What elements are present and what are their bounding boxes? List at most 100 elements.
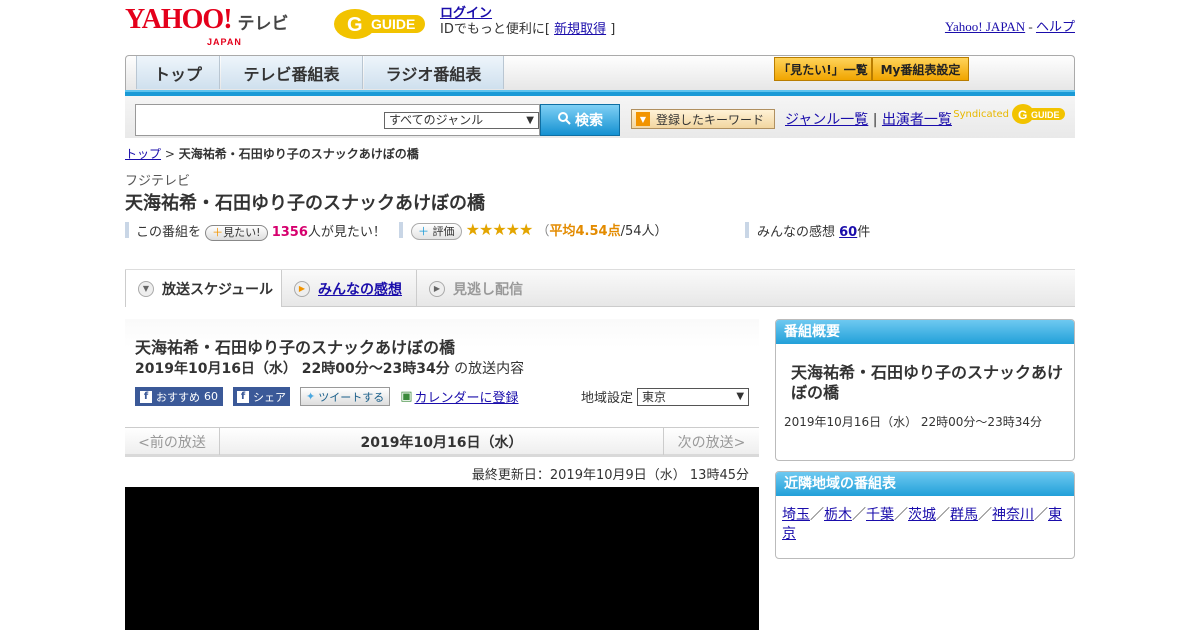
content-tabs: ▼ 放送スケジュール ▶ みんなの感想 ▶ 見逃し配信 xyxy=(125,269,1075,307)
chevron-down-icon: ▼ xyxy=(526,115,534,126)
region-select[interactable]: 東京 ▼ xyxy=(637,387,750,406)
mitai-prefix: この番組を xyxy=(136,225,202,240)
region-link-saitama[interactable]: 埼玉 xyxy=(782,507,810,523)
top-links: Yahoo! JAPAN - ヘルプ xyxy=(945,16,1075,35)
region-link-kanagawa[interactable]: 神奈川 xyxy=(992,507,1034,523)
share-buttons: f おすすめ 60 f シェア ✦ ツイートする ▣ カレンダーに登録 xyxy=(135,387,519,406)
my-settings-button[interactable]: My番組表設定 xyxy=(872,57,969,81)
overview-header: 番組概要 xyxy=(776,320,1074,344)
divider xyxy=(399,222,403,238)
nearby-regions-box: 近隣地域の番組表 埼玉／栃木／千葉／茨城／群馬／神奈川／東京 xyxy=(775,471,1075,559)
breadcrumb-top-link[interactable]: トップ xyxy=(125,147,161,161)
calendar-register-link[interactable]: カレンダーに登録 xyxy=(415,387,519,406)
play-icon: ▶ xyxy=(429,280,445,297)
prev-broadcast-button[interactable]: <前の放送 xyxy=(125,428,220,455)
help-link[interactable]: ヘルプ xyxy=(1036,19,1075,34)
pager-date: 2019年10月16日（水） xyxy=(360,434,523,451)
login-desc-suffix: ] xyxy=(606,22,616,37)
search-input[interactable]: すべてのジャンル ▼ xyxy=(135,104,540,136)
plus-icon: ＋ xyxy=(418,225,429,238)
rate-button-label: 評価 xyxy=(432,225,455,238)
tab-schedule-label: 放送スケジュール xyxy=(162,281,274,298)
region-sep: ／ xyxy=(894,507,908,523)
tab-schedule[interactable]: ▼ 放送スケジュール xyxy=(125,270,282,307)
video-player[interactable] xyxy=(125,487,759,630)
region-selected: 東京 xyxy=(642,389,667,404)
keyword-button[interactable]: ▼ 登録したキーワード xyxy=(631,109,775,129)
impressions-count-link[interactable]: 60 xyxy=(839,225,857,240)
region-sep: ／ xyxy=(936,507,950,523)
tab-impressions[interactable]: ▶ みんなの感想 xyxy=(282,270,417,307)
japan-logo-text: JAPAN xyxy=(207,37,242,47)
genre-list-link[interactable]: ジャンル一覧 xyxy=(785,112,868,128)
impressions-section: みんなの感想 60件 xyxy=(757,221,870,240)
login-box: ログイン IDでもっと便利に[ 新規取得 ] xyxy=(440,6,615,38)
mitai-list-button[interactable]: 「見たい!」一覧 xyxy=(774,57,872,81)
program-header: 天海祐希・石田ゆり子のスナックあけぼの橋 2019年10月16日（水） 22時0… xyxy=(125,319,759,415)
nav-tab-top[interactable]: トップ xyxy=(136,56,220,89)
tweet-button[interactable]: ✦ ツイートする xyxy=(300,387,391,406)
chevron-down-icon: ▼ xyxy=(138,280,154,297)
rating-section: ＋ 評価 ★★★★★ （平均4.54点/54人） xyxy=(411,220,668,240)
twitter-bird-icon: ✦ xyxy=(306,390,316,403)
performer-list-link[interactable]: 出演者一覧 xyxy=(882,112,952,128)
facebook-recommend-count: 60 xyxy=(204,390,218,403)
region-link-ibaraki[interactable]: 茨城 xyxy=(908,507,936,523)
tab-impressions-label: みんなの感想 xyxy=(318,281,402,298)
nav-tab-tv[interactable]: テレビ番組表 xyxy=(221,56,363,89)
region-link-chiba[interactable]: 千葉 xyxy=(866,507,894,523)
svg-text:G: G xyxy=(347,14,363,36)
page: YAHOO! JAPAN テレビ G GUIDE ログイン IDでもっと便利に[… xyxy=(125,0,1075,630)
genre-select[interactable]: すべてのジャンル ▼ xyxy=(384,112,539,129)
breadcrumb: トップ > 天海祐希・石田ゆり子のスナックあけぼの橋 xyxy=(125,145,419,162)
mitai-section: この番組を ＋見たい! 1356人が見たい！ xyxy=(136,221,386,241)
program-title: 天海祐希・石田ゆり子のスナックあけぼの橋 xyxy=(135,338,456,357)
region-sep: ／ xyxy=(852,507,866,523)
register-link[interactable]: 新規取得 xyxy=(554,22,606,37)
search-links-pipe: | xyxy=(872,112,878,128)
overview-box: 番組概要 天海祐希・石田ゆり子のスナックあけぼの橋 2019年10月16日（水）… xyxy=(775,319,1075,461)
mitai-count: 1356 xyxy=(271,225,308,240)
login-desc: IDでもっと便利に[ 新規取得 ] xyxy=(440,22,615,38)
svg-text:GUIDE: GUIDE xyxy=(371,16,415,32)
yahoo-tv-logo[interactable]: YAHOO! JAPAN テレビ xyxy=(125,6,289,48)
program-date: 2019年10月16日（水） 22時00分～23時34分 xyxy=(135,361,450,377)
rate-button[interactable]: ＋ 評価 xyxy=(411,223,462,240)
facebook-recommend-button[interactable]: f おすすめ 60 xyxy=(135,387,223,406)
gguide-small-logo-icon: G GUIDE xyxy=(1012,104,1065,124)
plus-icon: ＋ xyxy=(212,226,224,239)
region-sep: ／ xyxy=(810,507,824,523)
mitai-button[interactable]: ＋見たい! xyxy=(205,225,268,241)
login-link[interactable]: ログイン xyxy=(440,6,492,21)
region-sep: ／ xyxy=(1034,507,1048,523)
facebook-share-label: シェア xyxy=(253,390,286,404)
tv-logo-text: テレビ xyxy=(237,14,289,34)
gguide-logo-icon: G GUIDE xyxy=(334,9,425,39)
broadcast-pager: <前の放送 2019年10月16日（水） 次の放送> xyxy=(125,427,759,457)
region-link-gunma[interactable]: 群馬 xyxy=(950,507,978,523)
syndicated-text: Syndicated xyxy=(953,108,1009,120)
search-icon xyxy=(557,111,571,129)
last-updated: 最終更新日：2019年10月9日（水） 13時45分 xyxy=(471,468,749,483)
genre-selected: すべてのジャンル xyxy=(389,113,484,127)
page-title: 天海祐希・石田ゆり子のスナックあけぼの橋 xyxy=(125,193,485,214)
search-button[interactable]: 検索 xyxy=(540,104,620,136)
mitai-count-suffix: 人が見たい！ xyxy=(307,225,386,240)
region-sep: ／ xyxy=(978,507,992,523)
calendar-icon: ▣ xyxy=(400,389,413,404)
top-links-dash: - xyxy=(1025,19,1036,34)
search-links: ジャンル一覧 | 出演者一覧 xyxy=(785,109,952,129)
nav-tab-radio[interactable]: ラジオ番組表 xyxy=(364,56,504,89)
next-broadcast-button[interactable]: 次の放送> xyxy=(663,428,759,455)
rating-average: 平均4.54点 xyxy=(549,224,621,239)
search-button-label: 検索 xyxy=(575,113,603,129)
yahoo-japan-link[interactable]: Yahoo! JAPAN xyxy=(945,19,1025,34)
rating-prefix: （ xyxy=(536,224,550,239)
program-datetime: 2019年10月16日（水） 22時00分～23時34分 の放送内容 xyxy=(135,358,524,378)
facebook-share-button[interactable]: f シェア xyxy=(233,387,290,406)
tab-catchup[interactable]: ▶ 見逃し配信 xyxy=(417,270,547,307)
calendar-register[interactable]: ▣ カレンダーに登録 xyxy=(400,387,518,406)
region-link-tochigi[interactable]: 栃木 xyxy=(824,507,852,523)
mitai-button-label: 見たい! xyxy=(223,226,261,239)
gguide-logo[interactable]: G GUIDE xyxy=(333,6,431,40)
